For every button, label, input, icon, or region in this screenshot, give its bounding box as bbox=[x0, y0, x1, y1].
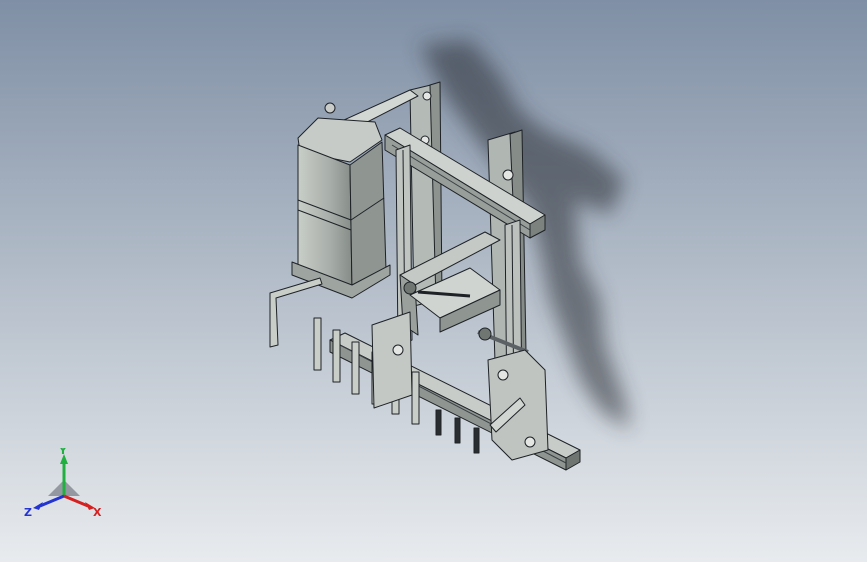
orientation-triad: Y X Z bbox=[24, 448, 102, 519]
graphics-viewport[interactable]: Y X Z bbox=[0, 0, 867, 562]
y-axis-label: Y bbox=[58, 448, 68, 457]
z-axis-line bbox=[39, 494, 65, 508]
x-axis-line bbox=[63, 494, 89, 508]
z-axis-label: Z bbox=[24, 506, 32, 519]
assembly-model[interactable] bbox=[0, 0, 867, 562]
mid-bracket bbox=[371, 311, 413, 409]
x-axis-label: X bbox=[93, 506, 102, 519]
servo-motor bbox=[291, 117, 391, 299]
